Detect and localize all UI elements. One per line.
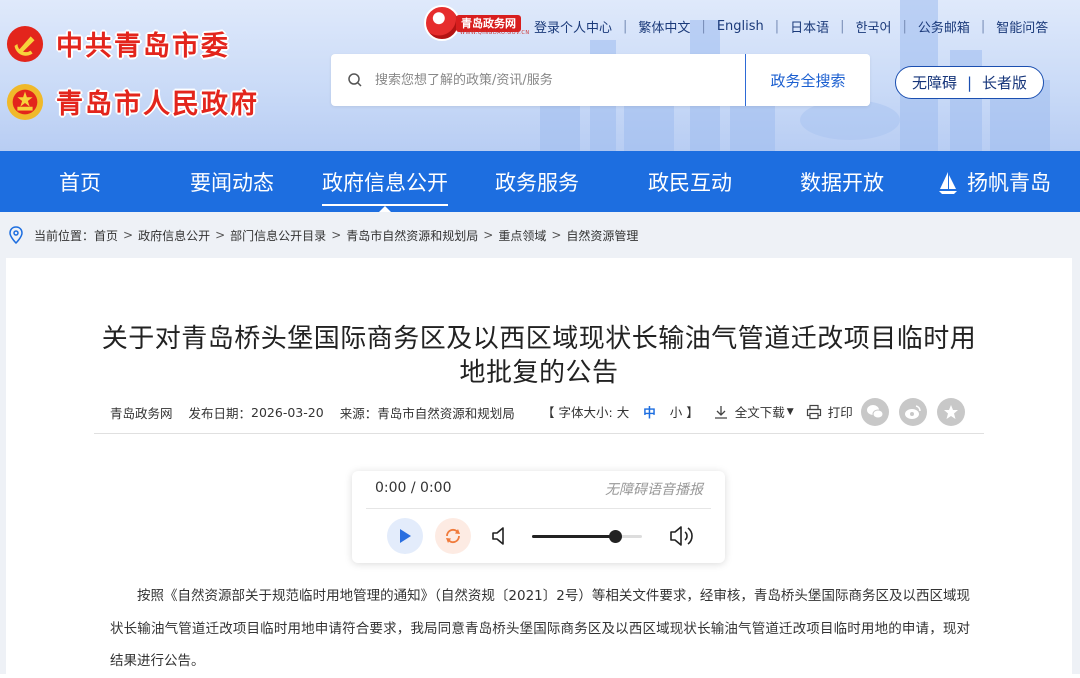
official-mail-link[interactable]: 公务邮箱 (918, 17, 970, 36)
font-size-close: 】 (686, 405, 699, 420)
download-icon (714, 405, 727, 419)
party-committee-brand[interactable]: 中共青岛市委 (6, 24, 230, 63)
breadcrumb-bureau[interactable]: 青岛市自然资源和规划局 (346, 227, 478, 244)
main-nav: 首页 要闻动态 政府信息公开 政务服务 政民互动 数据开放 扬帆青岛 (0, 151, 1080, 212)
national-emblem-icon (6, 83, 44, 120)
top-links: 登录个人中心 | 繁体中文 | English | 日本语 | 한국어 | 公务邮箱 | 智… (534, 17, 1049, 36)
meta-source: 青岛市自然资源和规划局 (377, 406, 515, 421)
wechat-share-button[interactable] (861, 398, 889, 426)
article-body: 按照《自然资源部关于规范临时用地管理的通知》（自然资规〔2021〕2号）等相关文… (110, 588, 970, 669)
barrier-free-button[interactable]: 无障碍 (912, 72, 957, 93)
smart-qa-link[interactable]: 智能问答 (996, 17, 1048, 36)
article-tools: 【 字体大小: 大 中 小 】 全文下载 ▼ 打印 (542, 402, 853, 421)
search-icon (348, 73, 362, 87)
loop-icon (446, 528, 460, 544)
meta-source-label: 来源： (339, 406, 378, 421)
gov-title: 青岛市人民政府 (56, 89, 259, 120)
elderly-mode-button[interactable]: 长者版 (982, 72, 1027, 93)
article-meta: 青岛政务网 发布日期： 2026-03-20 来源： 青岛市自然资源和规划局 (110, 403, 515, 422)
loop-button[interactable] (435, 518, 471, 554)
site-logo-text: 青岛政务网 (456, 14, 521, 32)
meta-date-label: 发布日期： (188, 406, 252, 421)
volume-slider-knob[interactable] (608, 530, 622, 543)
favorite-icon (944, 405, 958, 419)
play-button[interactable] (387, 518, 423, 554)
breadcrumb-natural-resources[interactable]: 自然资源管理 (566, 227, 638, 244)
play-icon (400, 529, 411, 543)
login-link[interactable]: 登录个人中心 (534, 17, 612, 36)
download-button[interactable]: 全文下载 (735, 402, 785, 421)
breadcrumb-key-areas[interactable]: 重点领域 (498, 227, 546, 244)
search-input[interactable] (375, 64, 735, 96)
meta-site: 青岛政务网 (110, 406, 173, 421)
breadcrumb-dept-catalog[interactable]: 部门信息公开目录 (230, 227, 326, 244)
breadcrumb-home[interactable]: 首页 (94, 227, 118, 244)
globe-logo-icon (424, 5, 460, 41)
location-pin-icon (9, 226, 23, 244)
print-button[interactable]: 打印 (828, 402, 853, 421)
player-time: 0:00 / 0:00 (375, 480, 452, 496)
favorite-button[interactable] (937, 398, 965, 426)
search-bar: 政务全搜索 (331, 54, 870, 106)
chevron-down-icon: ▼ (786, 406, 794, 417)
english-link[interactable]: English (717, 19, 764, 34)
font-size-medium[interactable]: 中 (643, 402, 656, 421)
nav-home[interactable]: 首页 (59, 151, 101, 212)
nav-yangfan-label: 扬帆青岛 (967, 170, 1051, 195)
meta-divider (94, 433, 984, 434)
search-button[interactable]: 政务全搜索 (745, 54, 870, 106)
sail-icon (939, 171, 957, 194)
font-size-large[interactable]: 大 (617, 402, 630, 421)
volume-slider[interactable] (532, 530, 642, 543)
article-panel: 关于对青岛桥头堡国际商务区及以西区域现状长输油气管道迁改项目临时用地批复的公告 … (6, 258, 1072, 674)
nav-open-data[interactable]: 数据开放 (800, 151, 884, 212)
party-committee-title: 中共青岛市委 (56, 31, 230, 62)
site-logo-url: WWW.QINGDAO.GOV.CN (460, 30, 530, 36)
weibo-icon (905, 405, 921, 419)
font-size-small[interactable]: 小 (670, 402, 683, 421)
weibo-share-button[interactable] (899, 398, 927, 426)
article-title: 关于对青岛桥头堡国际商务区及以西区域现状长输油气管道迁改项目临时用地批复的公告 (101, 324, 977, 388)
font-size-label: 【 字体大小: (542, 405, 613, 420)
volume-slider-fill (532, 535, 615, 538)
nav-interaction[interactable]: 政民互动 (648, 151, 732, 212)
print-icon (806, 404, 821, 419)
nav-news[interactable]: 要闻动态 (190, 151, 274, 212)
meta-date: 2026-03-20 (251, 405, 324, 420)
breadcrumb-gov-info[interactable]: 政府信息公开 (138, 227, 210, 244)
nav-gov-info[interactable]: 政府信息公开 (322, 151, 448, 212)
japanese-link[interactable]: 日本语 (790, 17, 829, 36)
wechat-icon (867, 405, 884, 419)
accessibility-switch: 无障碍 | 长者版 (895, 66, 1044, 99)
gov-brand[interactable]: 青岛市人民政府 (6, 82, 259, 121)
traditional-chinese-link[interactable]: 繁体中文 (638, 17, 690, 36)
nav-yangfan[interactable]: 扬帆青岛 (937, 151, 1051, 212)
korean-link[interactable]: 한국어 (856, 17, 892, 36)
party-emblem-icon (6, 25, 44, 62)
volume-high-icon[interactable] (669, 523, 697, 549)
site-header: 中共青岛市委 青岛市人民政府 青岛政务网 WWW.QINGDAO.GOV.CN … (0, 0, 1080, 151)
volume-low-icon[interactable] (490, 525, 512, 547)
site-logo[interactable]: 青岛政务网 WWW.QINGDAO.GOV.CN (424, 3, 529, 43)
nav-services[interactable]: 政务服务 (495, 151, 579, 212)
breadcrumb-prefix: 当前位置： (34, 228, 95, 243)
player-label: 无障碍语音播报 (605, 482, 703, 498)
audio-player: 0:00 / 0:00 无障碍语音播报 (352, 471, 725, 563)
breadcrumb: 当前位置： 首页 > 政府信息公开 > 部门信息公开目录 > 青岛市自然资源和规… (0, 212, 1080, 258)
